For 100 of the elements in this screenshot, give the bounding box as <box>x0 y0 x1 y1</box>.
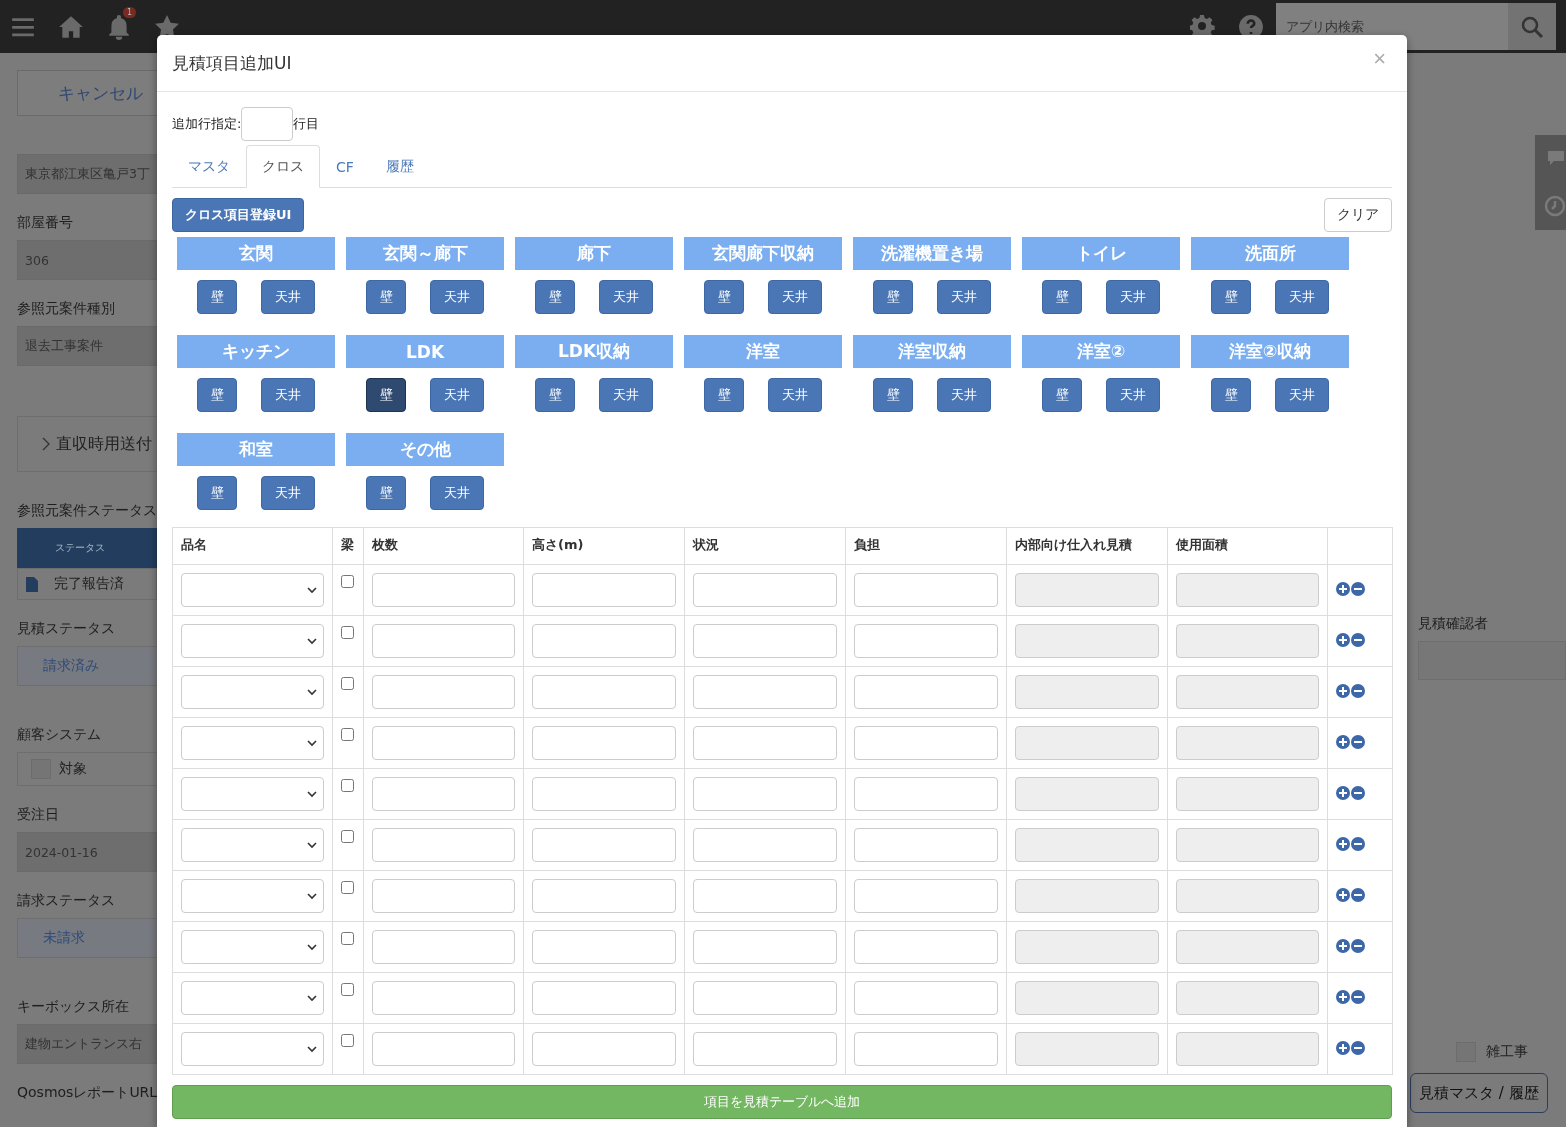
room-part-button[interactable]: 壁 <box>1042 378 1082 412</box>
room-part-button[interactable]: 天井 <box>937 280 991 314</box>
room-part-button[interactable]: 天井 <box>1275 378 1329 412</box>
item-select[interactable] <box>181 624 324 658</box>
room-part-button[interactable]: 天井 <box>768 378 822 412</box>
input-field[interactable] <box>532 828 676 862</box>
tab[interactable]: マスタ <box>172 145 246 188</box>
tab[interactable]: CF <box>320 145 370 188</box>
register-button[interactable]: クロス項目登録UI <box>172 198 305 232</box>
tab[interactable]: 履歴 <box>369 145 430 188</box>
input-field[interactable] <box>532 981 676 1015</box>
minus-icon[interactable] <box>1351 735 1365 749</box>
beam-checkbox[interactable] <box>341 677 354 690</box>
room-part-button[interactable]: 壁 <box>366 476 406 510</box>
beam-checkbox[interactable] <box>341 626 354 639</box>
input-field[interactable] <box>372 981 515 1015</box>
room-part-button[interactable]: 壁 <box>1042 280 1082 314</box>
input-field[interactable] <box>532 573 676 607</box>
add-items-button[interactable]: 項目を見積テーブルへ追加 <box>172 1085 1392 1119</box>
input-field[interactable] <box>854 573 998 607</box>
room-part-button[interactable]: 壁 <box>704 280 744 314</box>
plus-icon[interactable] <box>1336 684 1350 698</box>
input-field[interactable] <box>372 930 515 964</box>
item-select[interactable] <box>181 828 324 862</box>
input-field[interactable] <box>532 675 676 709</box>
plus-icon[interactable] <box>1336 837 1350 851</box>
room-part-button[interactable]: 天井 <box>261 280 315 314</box>
room-part-button[interactable]: 天井 <box>430 378 484 412</box>
item-select[interactable] <box>181 930 324 964</box>
input-field[interactable] <box>532 930 676 964</box>
input-field[interactable] <box>372 675 515 709</box>
room-part-button[interactable]: 壁 <box>535 280 575 314</box>
plus-icon[interactable] <box>1336 1041 1350 1055</box>
plus-icon[interactable] <box>1336 939 1350 953</box>
room-part-button[interactable]: 天井 <box>599 378 653 412</box>
input-field[interactable] <box>372 726 515 760</box>
input-field[interactable] <box>372 828 515 862</box>
room-part-button[interactable]: 壁 <box>1211 378 1251 412</box>
beam-checkbox[interactable] <box>341 830 354 843</box>
input-field[interactable] <box>854 828 998 862</box>
minus-icon[interactable] <box>1351 939 1365 953</box>
item-select[interactable] <box>181 726 324 760</box>
plus-icon[interactable] <box>1336 786 1350 800</box>
room-part-button[interactable]: 天井 <box>1275 280 1329 314</box>
item-select[interactable] <box>181 879 324 913</box>
history-button[interactable]: 見積マスタ / 履歴 <box>1410 1073 1548 1113</box>
beam-checkbox[interactable] <box>341 575 354 588</box>
room-part-button[interactable]: 天井 <box>599 280 653 314</box>
search-button[interactable] <box>1508 3 1556 50</box>
room-part-button[interactable]: 天井 <box>1106 280 1160 314</box>
item-select[interactable] <box>181 1032 324 1066</box>
beam-checkbox[interactable] <box>341 1034 354 1047</box>
minus-icon[interactable] <box>1351 684 1365 698</box>
input-field[interactable] <box>854 624 998 658</box>
input-field[interactable] <box>693 981 837 1015</box>
plus-icon[interactable] <box>1336 582 1350 596</box>
room-part-button[interactable]: 天井 <box>261 378 315 412</box>
input-field[interactable] <box>693 1032 837 1066</box>
input-field[interactable] <box>532 726 676 760</box>
room-part-button[interactable]: 天井 <box>768 280 822 314</box>
input-field[interactable] <box>372 777 515 811</box>
room-part-button[interactable]: 壁 <box>366 280 406 314</box>
bell-icon[interactable] <box>106 13 132 40</box>
room-part-button[interactable]: 壁 <box>873 280 913 314</box>
input-field[interactable] <box>532 624 676 658</box>
input-field[interactable] <box>532 879 676 913</box>
minus-icon[interactable] <box>1351 786 1365 800</box>
item-select[interactable] <box>181 777 324 811</box>
row-number-field[interactable] <box>241 107 294 141</box>
room-part-button[interactable]: 天井 <box>937 378 991 412</box>
minus-icon[interactable] <box>1351 582 1365 596</box>
input-field[interactable] <box>854 777 998 811</box>
input-field[interactable] <box>693 624 837 658</box>
input-field[interactable] <box>693 828 837 862</box>
input-field[interactable] <box>372 624 515 658</box>
input-field[interactable] <box>693 573 837 607</box>
room-part-button[interactable]: 壁 <box>535 378 575 412</box>
beam-checkbox[interactable] <box>341 983 354 996</box>
input-field[interactable] <box>693 675 837 709</box>
plus-icon[interactable] <box>1336 888 1350 902</box>
room-part-button[interactable]: 壁 <box>197 280 237 314</box>
input-field[interactable] <box>372 1032 515 1066</box>
beam-checkbox[interactable] <box>341 779 354 792</box>
minus-icon[interactable] <box>1351 1041 1365 1055</box>
room-part-button[interactable]: 壁 <box>197 476 237 510</box>
minus-icon[interactable] <box>1351 888 1365 902</box>
input-field[interactable] <box>854 675 998 709</box>
input-field[interactable] <box>854 930 998 964</box>
text-field[interactable]: 2024-01-16 <box>17 832 157 872</box>
minus-icon[interactable] <box>1351 990 1365 1004</box>
plus-icon[interactable] <box>1336 735 1350 749</box>
input-field[interactable] <box>372 879 515 913</box>
clock-icon[interactable] <box>1544 194 1566 217</box>
input-field[interactable] <box>693 777 837 811</box>
room-part-button[interactable]: 壁 <box>704 378 744 412</box>
item-select[interactable] <box>181 675 324 709</box>
room-part-button[interactable]: 壁 <box>1211 280 1251 314</box>
room-part-button[interactable]: 天井 <box>1106 378 1160 412</box>
text-field[interactable]: 306 <box>17 240 157 280</box>
item-select[interactable] <box>181 573 324 607</box>
